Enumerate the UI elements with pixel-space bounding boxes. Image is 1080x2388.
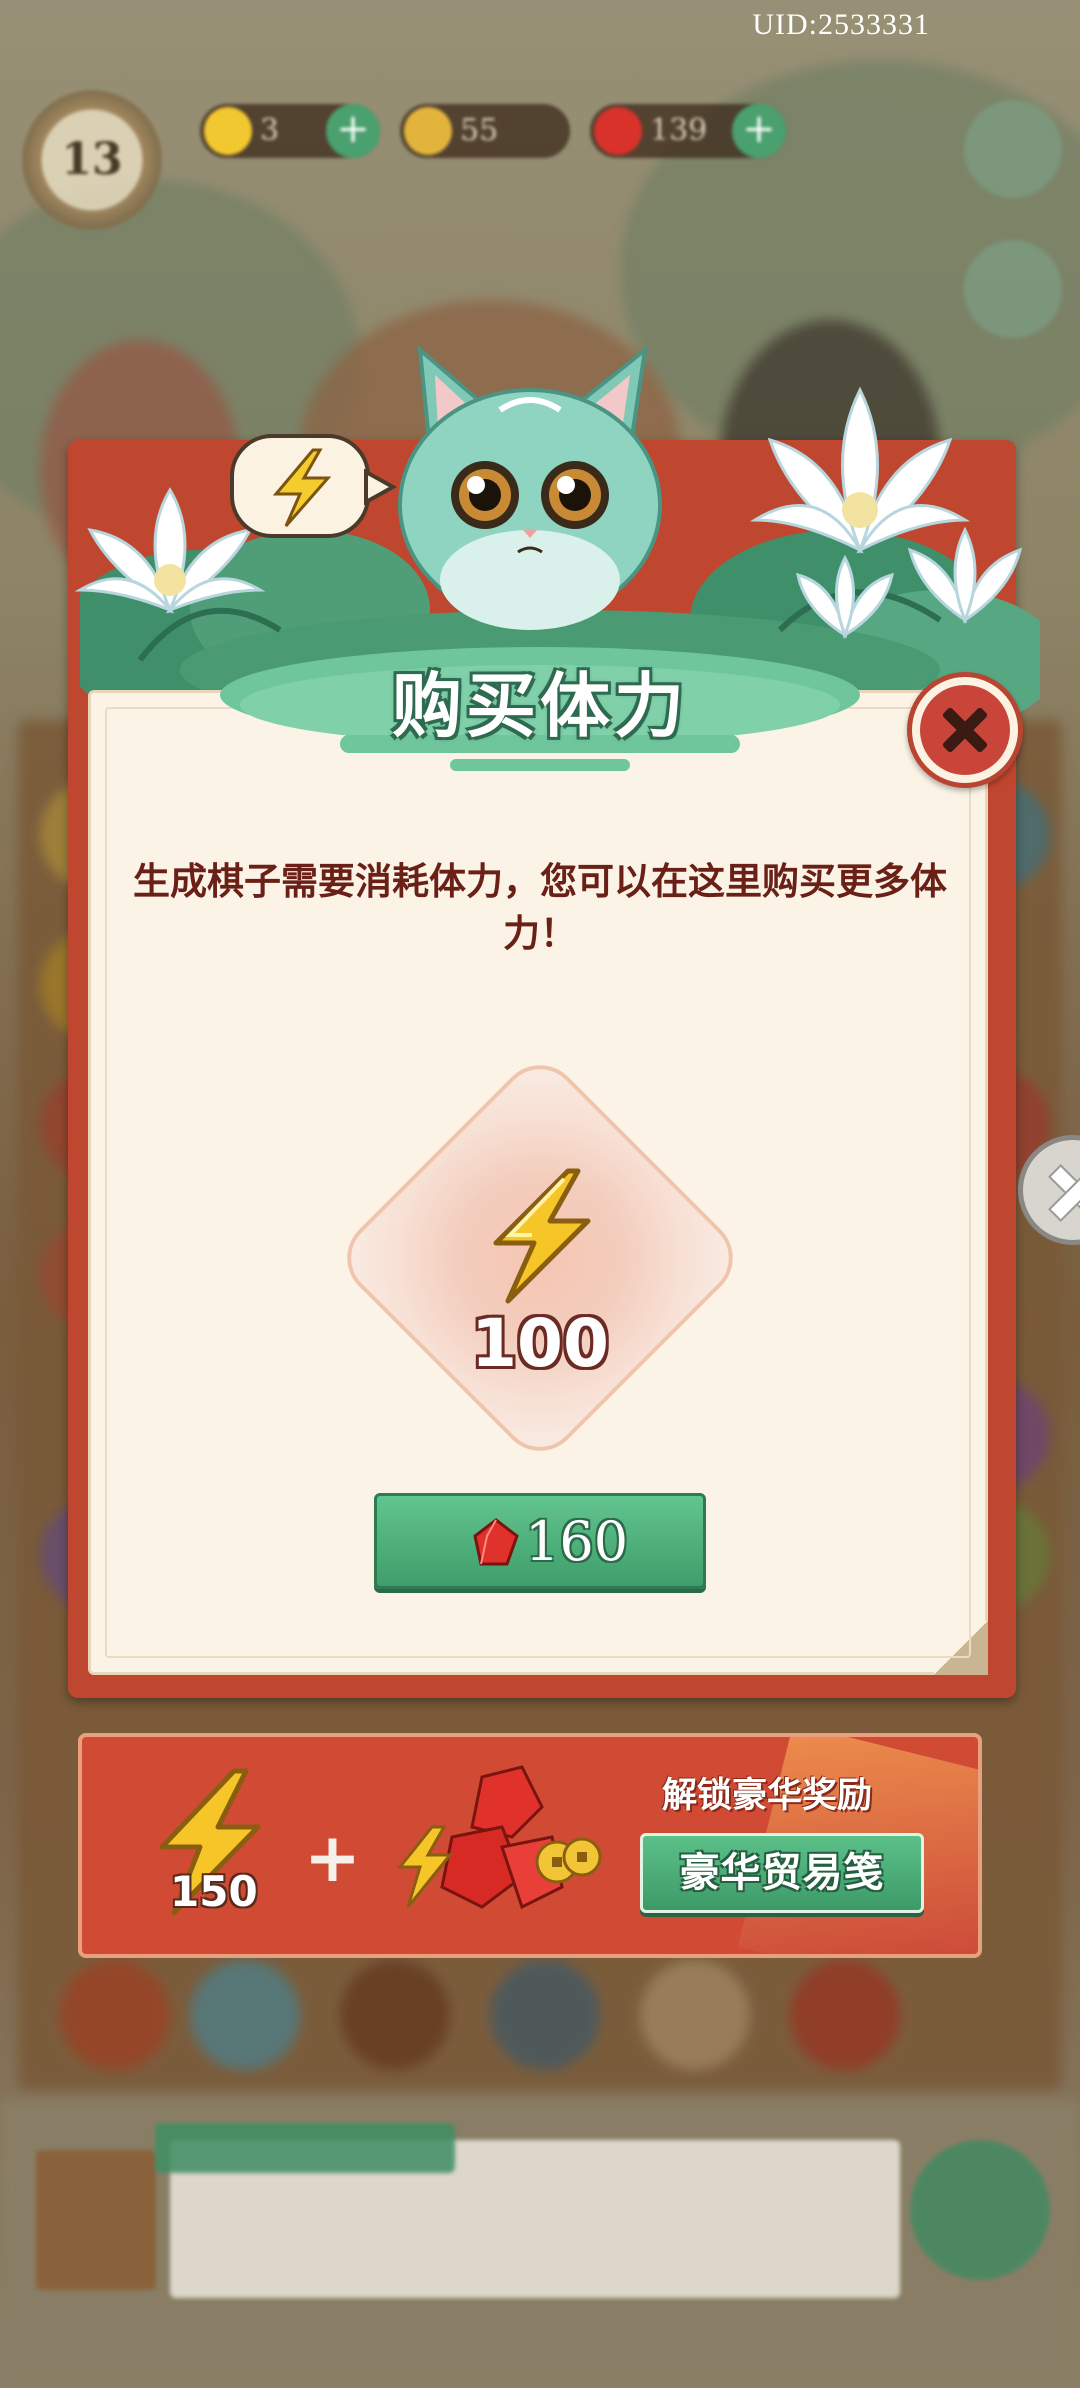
- gem-value: 139: [650, 113, 708, 148]
- shop-button[interactable]: [964, 100, 1062, 198]
- uid-label: UID:2533331: [752, 8, 930, 41]
- premium-pass-banner[interactable]: 150 + 解锁豪华奖励 豪华贸易笺: [78, 1733, 982, 1958]
- chat-name-tag: [155, 2123, 455, 2173]
- close-button[interactable]: [907, 672, 1023, 788]
- coin-icon: [404, 107, 452, 155]
- gem-counter[interactable]: 139 +: [590, 104, 786, 158]
- lotus-flower-small: [907, 526, 1023, 625]
- coin-value: 55: [460, 113, 499, 148]
- buy-energy-button[interactable]: 160: [374, 1493, 706, 1589]
- bonus-items-icon: [396, 1765, 602, 1910]
- energy-counter[interactable]: 3 +: [200, 104, 380, 158]
- cat-mascot: [398, 345, 662, 630]
- reward-amount: 100: [471, 1305, 609, 1382]
- player-level-value: 13: [61, 134, 123, 185]
- speech-bubble: [230, 434, 398, 538]
- add-energy-button[interactable]: +: [326, 104, 380, 158]
- player-level-badge[interactable]: 13: [22, 90, 162, 230]
- coin-counter[interactable]: 55: [400, 104, 570, 158]
- menu-round-button[interactable]: [910, 2140, 1050, 2280]
- plus-icon: +: [304, 1819, 361, 1898]
- lightning-icon: [204, 107, 252, 155]
- gem-icon: [473, 1518, 519, 1566]
- lightning-icon: [493, 1168, 591, 1304]
- premium-energy-amount: 150: [170, 1867, 258, 1916]
- premium-caption: 解锁豪华奖励: [661, 1775, 872, 1816]
- close-icon: [920, 685, 1010, 775]
- add-gem-button[interactable]: +: [732, 104, 786, 158]
- popup-description: 生成棋子需要消耗体力，您可以在这里购买更多体力！: [133, 859, 947, 955]
- npc-portrait: [36, 2150, 156, 2290]
- lotus-flower-small-2: [796, 554, 894, 640]
- event-button[interactable]: [964, 240, 1062, 338]
- energy-value: 3: [260, 113, 280, 148]
- premium-pass-button[interactable]: 豪华贸易笺: [640, 1833, 924, 1913]
- buy-price: 160: [525, 1510, 629, 1573]
- gem-icon: [594, 107, 642, 155]
